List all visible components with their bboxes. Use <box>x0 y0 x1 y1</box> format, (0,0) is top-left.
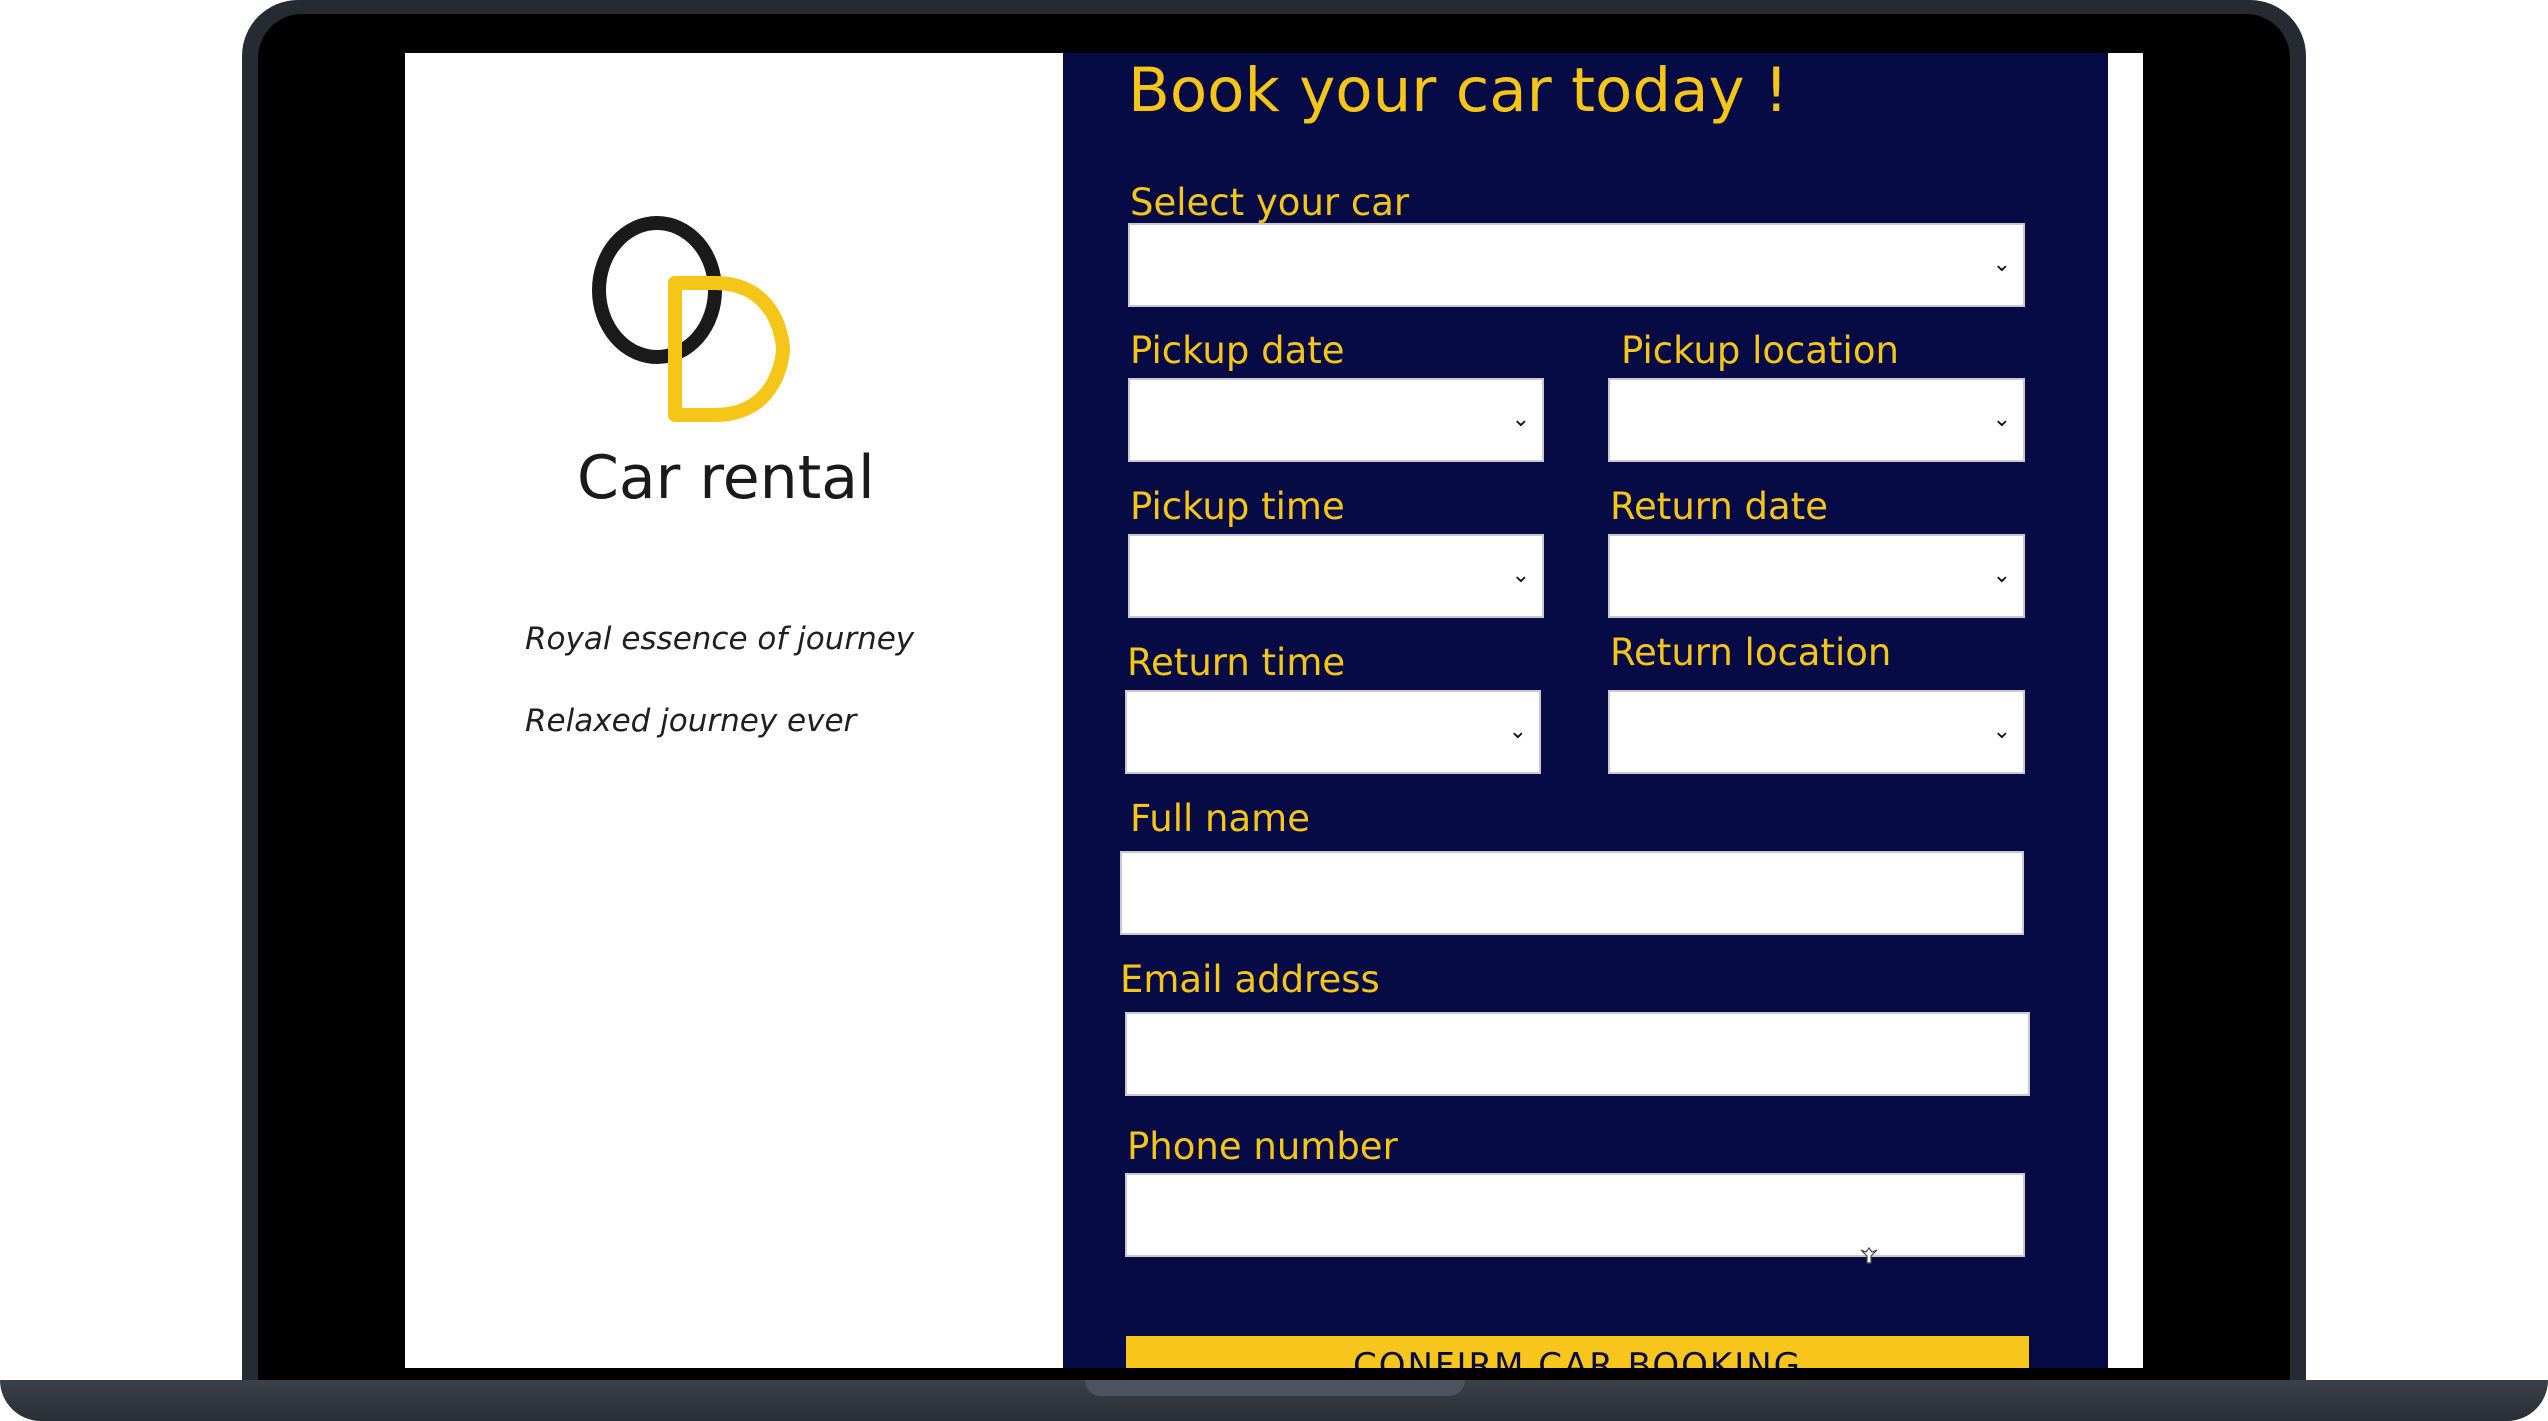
od-logo <box>592 216 790 422</box>
browser-screen: Car rental Royal essence of journey Rela… <box>405 53 2143 1368</box>
full-name-label: Full name <box>1130 797 1310 840</box>
pickup-location-label: Pickup location <box>1621 329 1899 372</box>
select-car-label: Select your car <box>1130 181 1410 224</box>
tagline-royal: Royal essence of journey <box>525 621 915 657</box>
return-date-label: Return date <box>1610 485 1828 528</box>
brand-panel: Car rental Royal essence of journey Rela… <box>405 53 1063 1368</box>
return-date-dropdown[interactable]: ⌄ <box>1608 534 2025 618</box>
pickup-time-dropdown[interactable]: ⌄ <box>1128 534 1544 618</box>
confirm-booking-button[interactable]: CONFIRM CAR BOOKING <box>1126 1336 2029 1368</box>
return-location-label: Return location <box>1610 631 1892 674</box>
email-label: Email address <box>1120 958 1380 1001</box>
chevron-down-icon: ⌄ <box>1992 407 2011 432</box>
phone-input[interactable] <box>1125 1173 2025 1257</box>
pickup-date-dropdown[interactable]: ⌄ <box>1128 378 1544 462</box>
chevron-down-icon: ⌄ <box>1992 719 2011 744</box>
chevron-down-icon: ⌄ <box>1511 563 1530 588</box>
full-name-input[interactable] <box>1120 851 2024 935</box>
select-car-dropdown[interactable]: ⌄ <box>1128 223 2025 307</box>
tagline-relaxed: Relaxed journey ever <box>525 703 857 739</box>
pickup-date-label: Pickup date <box>1130 329 1345 372</box>
return-location-dropdown[interactable]: ⌄ <box>1608 690 2025 774</box>
pickup-location-dropdown[interactable]: ⌄ <box>1608 378 2025 462</box>
return-time-label: Return time <box>1127 641 1346 684</box>
chevron-down-icon: ⌄ <box>1992 563 2011 588</box>
chevron-down-icon: ⌄ <box>1511 407 1530 432</box>
chevron-down-icon: ⌄ <box>1508 719 1527 744</box>
pickup-time-label: Pickup time <box>1130 485 1345 528</box>
chevron-down-icon: ⌄ <box>1992 252 2011 277</box>
booking-form: Book your car today ! Select your car ⌄ … <box>1063 53 2108 1368</box>
return-time-dropdown[interactable]: ⌄ <box>1125 690 1541 774</box>
form-title: Book your car today ! <box>1128 55 1789 126</box>
brand-name: Car rental <box>577 443 875 513</box>
mouse-cursor-icon <box>1860 1247 1878 1264</box>
laptop-notch <box>1085 1380 1465 1396</box>
email-input[interactable] <box>1125 1012 2030 1096</box>
page-margin <box>2108 53 2143 1368</box>
phone-label: Phone number <box>1127 1125 1398 1168</box>
